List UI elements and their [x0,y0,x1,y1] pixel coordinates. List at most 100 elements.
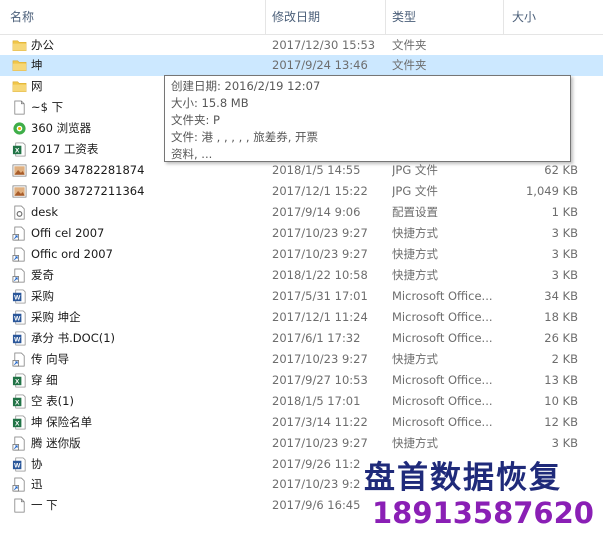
file-type: 快捷方式 [392,226,438,241]
tooltip-files: 文件: 港 , , , , , 旅差券, 开票 [171,130,319,144]
file-name: 迅 [31,477,43,492]
file-row[interactable]: desk 2017/9/14 9:06 配置设置 1 KB [0,202,603,223]
file-type: Microsoft Office... [392,288,493,303]
sort-ascending-icon: ^ [128,0,139,8]
file-size: 62 KB [544,163,578,178]
folder-icon [12,58,27,73]
file-size: 2 KB [551,351,578,366]
image-icon [12,184,27,199]
file-date-modified: 2017/9/6 16:45 [272,498,361,513]
shortcut-icon [12,268,27,283]
file-type: Microsoft Office... [392,414,493,429]
file-date-modified: 2018/1/22 10:58 [272,267,368,282]
file-name: 传 向导 [31,351,70,366]
file-type: Microsoft Office... [392,309,493,324]
file-row[interactable]: W 承分 书.DOC(1) 2017/6/1 17:32 Microsoft Offi… [0,328,603,349]
shortcut-icon [12,436,27,451]
file-size: 1 KB [551,205,578,220]
column-divider[interactable] [385,0,386,34]
column-header-bar: ^ 名称 修改日期 类型 大小 [0,0,603,35]
file-name: 2669 34782281874 [31,163,145,178]
shortcut-icon [12,226,27,241]
document-icon [12,498,27,513]
tooltip-created-date: 创建日期: 2016/2/19 12:07 [171,79,321,93]
shortcut-icon [12,247,27,262]
file-date-modified: 2017/12/30 15:53 [272,37,376,52]
file-row[interactable]: X 空 表(1) 2018/1/5 17:01 Microsoft Office...… [0,391,603,412]
file-date-modified: 2017/12/1 11:24 [272,309,368,324]
folder-icon [12,79,27,94]
file-row[interactable]: X 穿 细 2017/9/27 10:53 Microsoft Office... 13… [0,370,603,391]
file-size: 1,049 KB [525,184,578,199]
file-name: 坤 [31,58,43,73]
file-name: 一 下 [31,498,58,513]
file-row[interactable]: 7000 38727211364 2017/12/1 15:22 JPG 文件 1,0… [0,181,603,202]
file-name: 办公 [31,37,54,52]
file-date-modified: 2017/10/23 9:27 [272,351,368,366]
excel-icon: X [12,415,27,430]
file-date-modified: 2017/3/14 11:22 [272,414,368,429]
file-date-modified: 2017/6/1 17:32 [272,330,361,345]
file-name: 空 表(1) [31,393,74,408]
document-icon [12,100,27,115]
folder-icon [12,38,27,53]
column-header-size[interactable]: 大小 [512,0,536,34]
file-type: 快捷方式 [392,351,438,366]
file-row[interactable]: X 坤 保险名单 2017/3/14 11:22 Microsoft Office..… [0,412,603,433]
column-header-date-modified[interactable]: 修改日期 [272,0,320,34]
file-date-modified: 2017/9/14 9:06 [272,205,361,220]
file-name: 7000 38727211364 [31,184,145,199]
file-size: 13 KB [544,372,578,387]
file-date-modified: 2017/12/1 15:22 [272,184,368,199]
shortcut-icon [12,477,27,492]
file-size: 3 KB [551,267,578,282]
svg-text:W: W [14,294,21,301]
column-divider[interactable] [503,0,504,34]
file-name: 采购 [31,288,54,303]
file-date-modified: 2017/5/31 17:01 [272,288,368,303]
file-size: 10 KB [544,393,578,408]
excel-icon: X [12,373,27,388]
file-name: 穿 细 [31,372,58,387]
tooltip-files-continued: 资料, ... [171,147,213,161]
file-row[interactable]: 坤 2017/9/24 13:46 文件夹 [0,55,603,77]
file-row[interactable]: Offic ord 2007 2017/10/23 9:27 快捷方式 3 KB [0,244,603,265]
column-header-type[interactable]: 类型 [392,0,416,34]
file-type: JPG 文件 [392,163,438,178]
excel-icon: X [12,394,27,409]
file-type: JPG 文件 [392,184,438,199]
word-icon: W [12,289,27,304]
tooltip-folders: 文件夹: P [171,113,220,127]
file-row[interactable]: 2669 34782281874 2018/1/5 14:55 JPG 文件 62 K… [0,160,603,181]
tooltip-size: 大小: 15.8 MB [171,96,249,110]
svg-text:W: W [14,315,21,322]
file-name: 腾 迷你版 [31,435,81,450]
column-header-name[interactable]: 名称 [10,0,34,34]
file-type: Microsoft Office... [392,330,493,345]
file-name: 协 [31,456,43,471]
column-divider[interactable] [265,0,266,34]
file-name: 坤 保险名单 [31,414,93,429]
watermark-phone: 18913587620 [372,496,594,530]
file-row[interactable]: 办公 2017/12/30 15:53 文件夹 [0,35,603,56]
svg-text:W: W [14,336,21,343]
word-icon: W [12,310,27,325]
file-row[interactable]: W 采购 2017/5/31 17:01 Microsoft Office... 34 … [0,286,603,307]
file-date-modified: 2017/9/24 13:46 [272,58,368,73]
file-date-modified: 2017/10/23 9:27 [272,435,368,450]
file-name: Offi cel 2007 [31,226,105,241]
file-type: 文件夹 [392,58,427,73]
browser-icon [12,121,27,136]
settings-file-icon [12,205,27,220]
file-row[interactable]: 腾 迷你版 2017/10/23 9:27 快捷方式 3 KB [0,433,603,454]
file-row[interactable]: 爱奇 2018/1/22 10:58 快捷方式 3 KB [0,265,603,286]
file-size: 34 KB [544,288,578,303]
file-row[interactable]: Offi cel 2007 2017/10/23 9:27 快捷方式 3 KB [0,223,603,244]
file-date-modified: 2018/1/5 17:01 [272,393,361,408]
image-icon [12,163,27,178]
file-row[interactable]: 传 向导 2017/10/23 9:27 快捷方式 2 KB [0,349,603,370]
file-size: 3 KB [551,247,578,261]
file-size: 12 KB [544,414,578,429]
file-row[interactable]: W 采购 坤企 2017/12/1 11:24 Microsoft Office...… [0,307,603,328]
svg-text:X: X [15,399,20,406]
